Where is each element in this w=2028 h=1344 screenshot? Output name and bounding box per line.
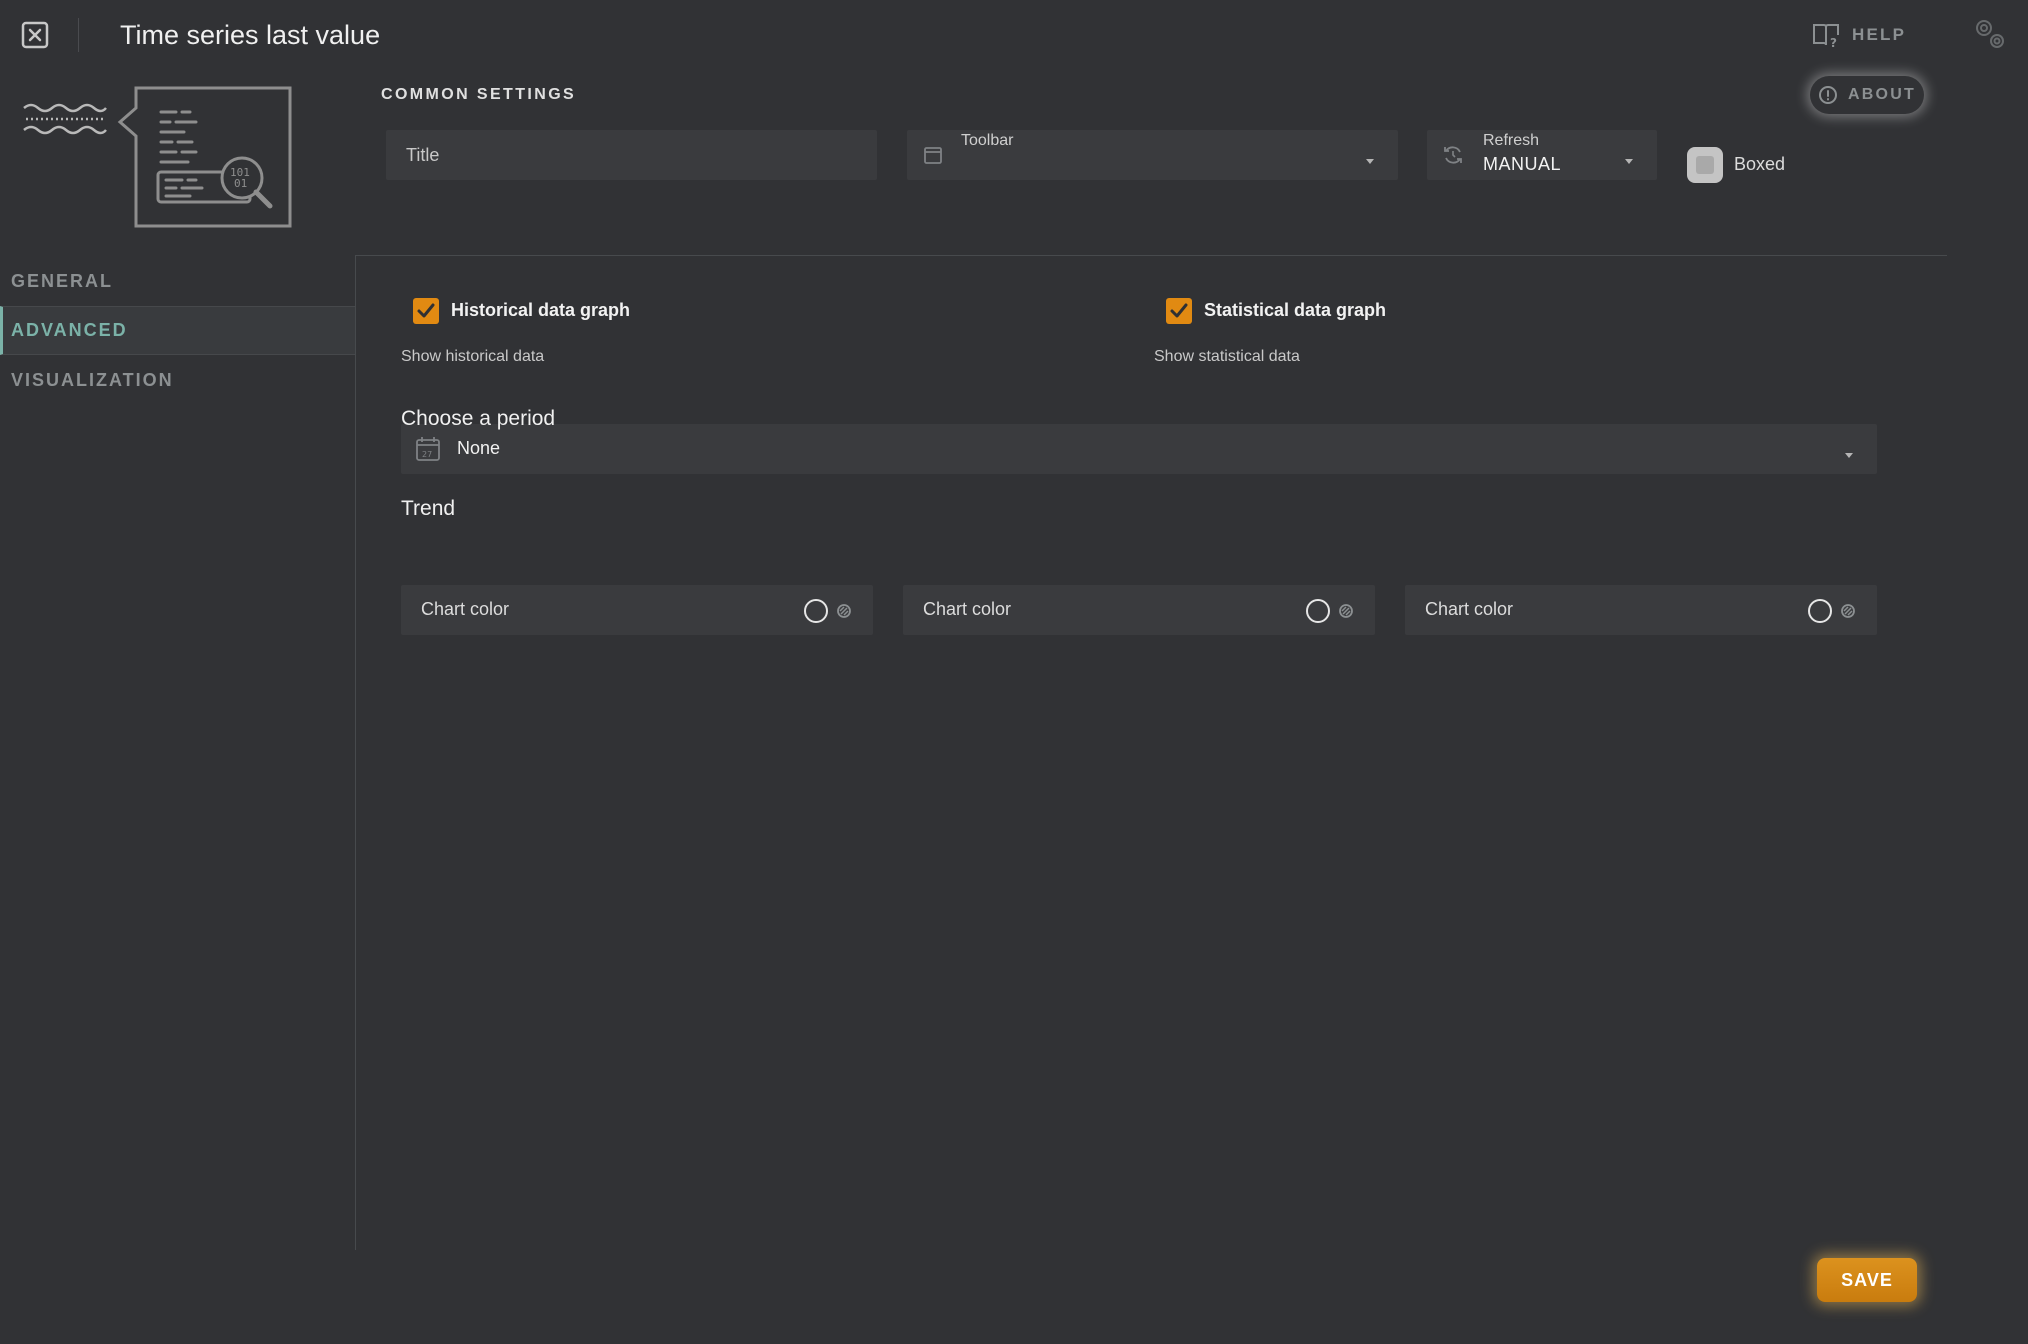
- refresh-label: Refresh: [1483, 132, 1540, 149]
- refresh-icon: [1441, 143, 1465, 167]
- svg-text:01: 01: [234, 177, 247, 190]
- period-label: Choose a period: [401, 407, 556, 430]
- chart-color-picker[interactable]: Chart color: [903, 585, 1375, 635]
- content-top-divider: [355, 255, 1947, 256]
- about-button[interactable]: ABOUT: [1810, 76, 1924, 114]
- calendar-icon: 27: [415, 436, 441, 462]
- statistical-data-help: Show statistical data: [1154, 348, 1300, 365]
- header-divider: [78, 18, 79, 52]
- chart-color-label: Chart color: [421, 599, 510, 619]
- wave-icon: [22, 100, 108, 140]
- sidebar-item-general[interactable]: GENERAL: [0, 257, 355, 306]
- chart-color-picker[interactable]: Chart color: [1405, 585, 1877, 635]
- toolbar-select[interactable]: Toolbar: [907, 130, 1398, 180]
- checkmark-icon: [417, 303, 435, 318]
- book-help-icon: ?: [1813, 24, 1839, 48]
- boxed-checkbox[interactable]: [1687, 147, 1723, 183]
- checkmark-icon: [1170, 303, 1188, 318]
- color-reset-icon[interactable]: [1337, 602, 1355, 620]
- color-swatch[interactable]: [1306, 599, 1330, 623]
- chart-color-label: Chart color: [1425, 599, 1514, 619]
- widget-illustration: 101 01: [116, 84, 294, 228]
- close-button[interactable]: [20, 20, 50, 50]
- boxed-label: Boxed: [1734, 154, 1786, 174]
- refresh-select[interactable]: Refresh MANUAL: [1427, 130, 1657, 180]
- historical-data-help: Show historical data: [401, 348, 545, 365]
- sidebar-item-advanced[interactable]: ADVANCED: [0, 306, 355, 355]
- historical-data-label: Historical data graph: [451, 300, 631, 320]
- color-reset-icon[interactable]: [1839, 602, 1857, 620]
- statistical-data-label: Statistical data graph: [1204, 300, 1387, 320]
- close-icon: [21, 21, 49, 49]
- sidebar-item-visualization[interactable]: VISUALIZATION: [0, 356, 355, 405]
- gears-icon[interactable]: [1972, 16, 2008, 52]
- chart-color-picker[interactable]: Chart color: [401, 585, 873, 635]
- chevron-down-icon: [1366, 152, 1374, 164]
- sidebar-divider: [355, 255, 356, 1250]
- period-value: None: [457, 438, 501, 458]
- statistical-data-checkbox[interactable]: [1166, 298, 1192, 324]
- chevron-down-icon: [1625, 152, 1633, 164]
- toolbar-icon: [923, 145, 943, 165]
- save-button[interactable]: SAVE: [1817, 1258, 1917, 1302]
- title-field[interactable]: [386, 130, 877, 180]
- period-select[interactable]: 27 None: [401, 424, 1877, 474]
- toolbar-label: Toolbar: [961, 132, 1014, 149]
- svg-text:27: 27: [422, 450, 432, 459]
- historical-data-checkbox[interactable]: [413, 298, 439, 324]
- title-input[interactable]: [386, 130, 877, 180]
- color-reset-icon[interactable]: [835, 602, 853, 620]
- trend-label: Trend: [401, 497, 456, 520]
- chevron-down-icon: [1845, 446, 1853, 458]
- info-icon: [1819, 86, 1838, 104]
- color-swatch[interactable]: [804, 599, 828, 623]
- common-settings-heading: COMMON SETTINGS: [381, 86, 577, 103]
- about-label: ABOUT: [1848, 86, 1916, 103]
- color-swatch[interactable]: [1808, 599, 1832, 623]
- svg-text:?: ?: [1830, 36, 1839, 48]
- help-label: HELP: [1852, 25, 1907, 44]
- chart-color-label: Chart color: [923, 599, 1012, 619]
- refresh-value: MANUAL: [1483, 154, 1562, 174]
- help-button[interactable]: ? HELP: [1812, 20, 1906, 50]
- window-title: Time series last value: [120, 20, 381, 50]
